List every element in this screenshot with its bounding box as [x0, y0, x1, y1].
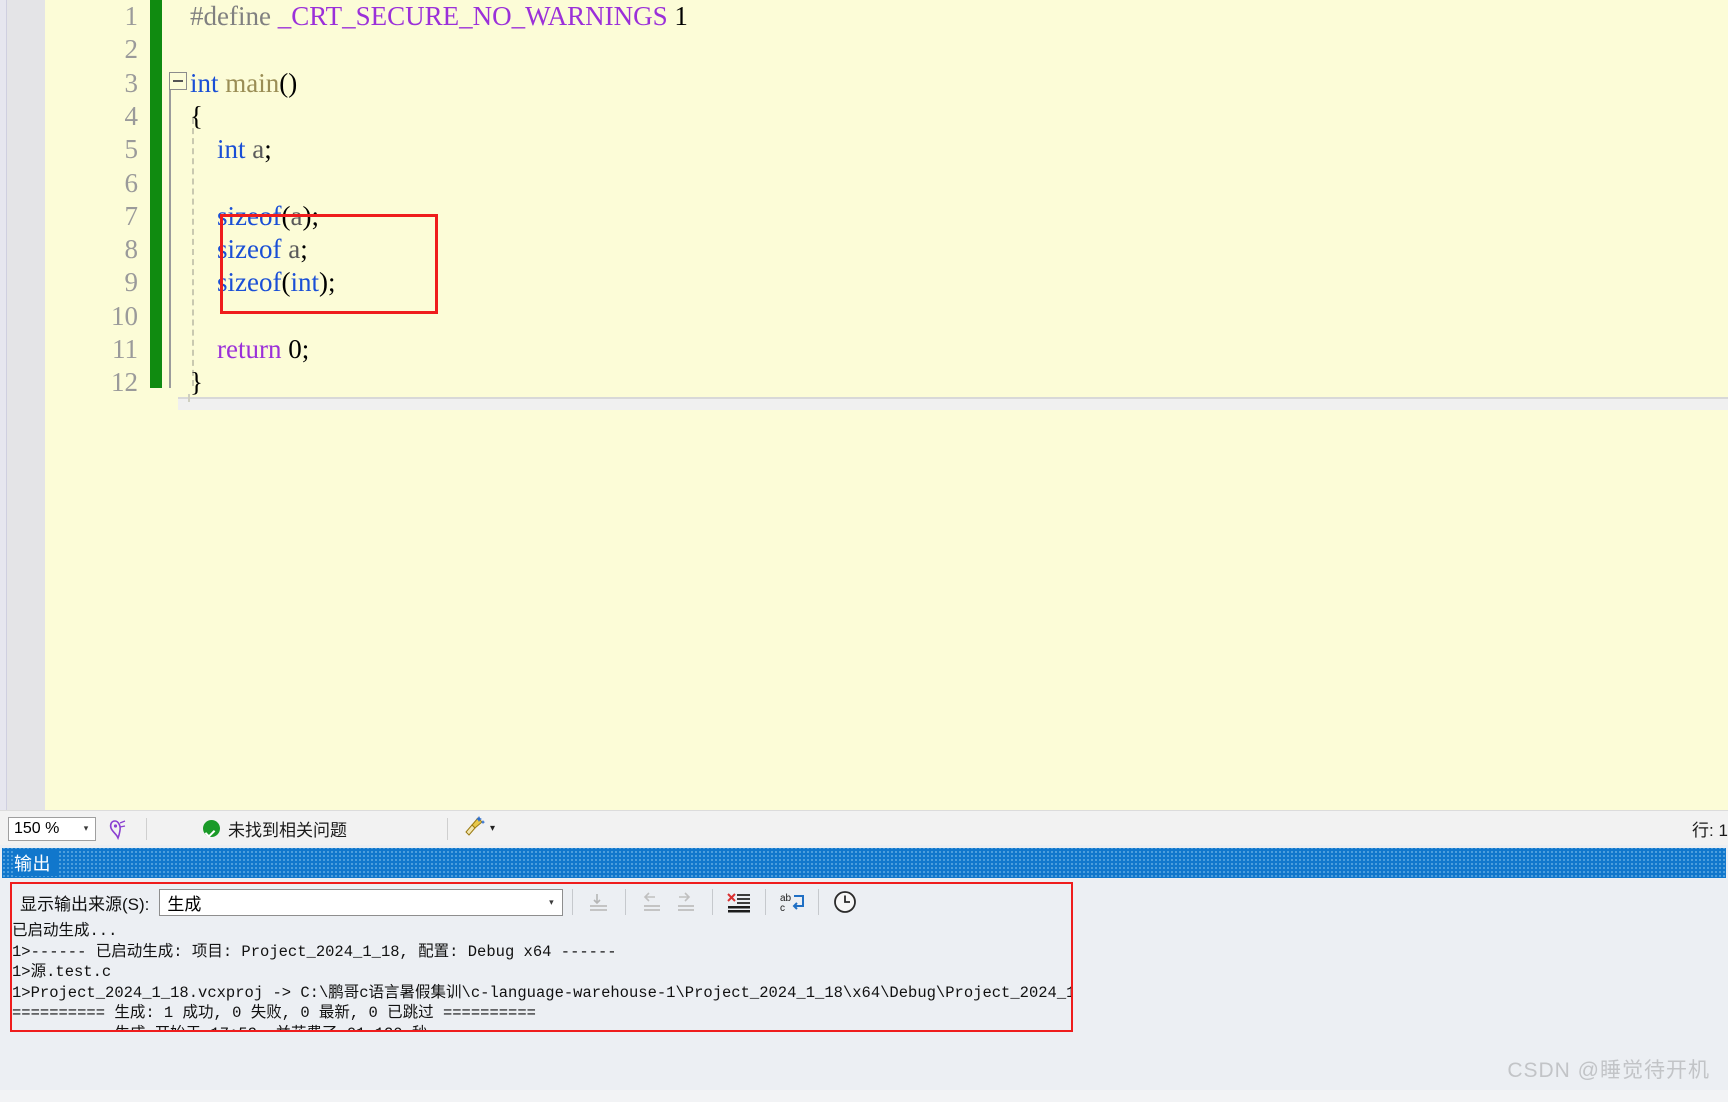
- status-separator-1: [146, 817, 147, 840]
- output-line: 1>源.test.c: [12, 963, 112, 981]
- line-number: 6: [124, 167, 139, 198]
- change-indicator-bar: [150, 0, 162, 388]
- toolbar-separator-2: [625, 889, 627, 915]
- output-line: ========== 生成 开始于 17:52, 并花费了 01.139 秒 =…: [12, 1024, 1071, 1032]
- code-token: {: [190, 100, 203, 131]
- code-line[interactable]: int main(): [190, 67, 298, 98]
- spell-check-icon[interactable]: [106, 817, 132, 841]
- issue-status-group[interactable]: 未找到相关问题: [203, 816, 347, 841]
- code-editor[interactable]: 1 2 3 4 5 6 7 8 9 10 11 12 #define _CRT_SECURE_NO_W…: [0, 0, 1728, 810]
- toggle-word-wrap-icon[interactable]: ab c: [775, 887, 809, 917]
- code-token: }: [190, 367, 203, 398]
- output-pane-bottom-edge: [0, 1090, 1728, 1102]
- clear-all-icon[interactable]: [722, 887, 756, 917]
- next-message-icon[interactable]: [669, 887, 703, 917]
- show-timestamps-icon[interactable]: [828, 887, 862, 917]
- caret-position-indicator: 行: 1: [1692, 821, 1728, 840]
- code-line[interactable]: return 0;: [190, 336, 309, 363]
- output-source-combobox[interactable]: 生成 ▾: [159, 888, 564, 916]
- toolbar-separator-1: [572, 889, 574, 915]
- issue-status-text: 未找到相关问题: [228, 821, 347, 840]
- editor-divider-tick: [188, 394, 190, 402]
- output-pane-title: 输出: [14, 850, 59, 876]
- visual-studio-window: 1 2 3 4 5 6 7 8 9 10 11 12 #define _CRT_SECURE_NO_W…: [0, 0, 1728, 1102]
- line-number: 9: [124, 267, 139, 298]
- line-number: 12: [111, 367, 138, 398]
- zoom-level-combobox[interactable]: 150 % ▾: [8, 816, 96, 841]
- output-line: ========== 生成: 1 成功, 0 失败, 0 最新, 0 已跳过 =…: [12, 1004, 536, 1022]
- output-source-value: 生成: [167, 894, 202, 914]
- code-line[interactable]: int a;: [190, 136, 272, 163]
- code-token: (): [279, 67, 298, 98]
- code-token: _CRT_SECURE_NO_WARNINGS: [277, 1, 668, 31]
- output-pane: 输出 显示输出来源(S): 生成 ▾ ab c 已启动生成... 1>-----…: [0, 845, 1728, 1102]
- toolbar-separator-3: [712, 889, 714, 915]
- editor-status-bar: 150 % ▾ 未找到相关问题 ▾ 行: 1: [0, 810, 1728, 846]
- go-to-message-icon[interactable]: [582, 887, 616, 917]
- status-separator-2: [447, 817, 448, 840]
- output-line: 已启动生成...: [12, 922, 118, 940]
- line-number: 8: [124, 234, 139, 265]
- success-check-icon: [203, 820, 220, 837]
- output-line: 1>------ 已启动生成: 项目: Project_2024_1_18, 配…: [12, 942, 617, 961]
- selection-margin[interactable]: [7, 0, 45, 810]
- code-token: a: [252, 134, 265, 165]
- line-number: 10: [111, 300, 138, 331]
- code-line[interactable]: {: [190, 100, 203, 131]
- line-number: 7: [124, 200, 139, 231]
- previous-message-icon[interactable]: [635, 887, 669, 917]
- line-number: 11: [112, 334, 138, 364]
- output-line: 1>Project_2024_1_18.vcxproj -> C:\鹏哥c语言暑…: [12, 983, 1071, 1002]
- line-number: 2: [124, 34, 139, 65]
- line-number: 1: [124, 1, 139, 31]
- toolbar-separator-4: [765, 889, 767, 915]
- output-text[interactable]: 已启动生成... 1>------ 已启动生成: 项目: Project_2024…: [12, 921, 1071, 1031]
- line-number: 3: [124, 67, 139, 98]
- line-number: 5: [124, 134, 139, 165]
- chevron-down-icon[interactable]: ▾: [77, 823, 95, 834]
- code-token: main: [225, 67, 280, 98]
- titlebar-drag-dots: [2, 848, 1726, 878]
- code-token: ;: [264, 134, 272, 165]
- code-line[interactable]: #define _CRT_SECURE_NO_WARNINGS 1: [190, 3, 688, 30]
- code-token: #define: [190, 1, 278, 31]
- line-number: 4: [124, 100, 139, 131]
- chevron-down-icon[interactable]: ▾: [540, 897, 562, 908]
- code-token: int: [217, 134, 246, 165]
- code-cleanup-broom-icon: [462, 814, 486, 843]
- output-source-label: 显示输出来源(S):: [20, 894, 150, 914]
- code-token: 0;: [281, 334, 310, 364]
- code-line[interactable]: }: [190, 369, 203, 396]
- code-cleanup-button[interactable]: ▾: [462, 814, 495, 843]
- chevron-down-icon[interactable]: ▾: [490, 823, 495, 834]
- output-pane-titlebar[interactable]: 输出: [2, 848, 1726, 878]
- svg-text:c: c: [780, 903, 785, 914]
- watermark: CSDN @睡觉待开机: [1507, 1059, 1710, 1082]
- output-toolbar[interactable]: 显示输出来源(S): 生成 ▾ ab c: [12, 884, 1071, 920]
- code-token: 1: [667, 1, 688, 31]
- zoom-level-value: 150 %: [14, 819, 60, 837]
- line-number-gutter: 1 2 3 4 5 6 7 8 9 10 11 12: [45, 0, 150, 810]
- code-token: return: [217, 334, 282, 364]
- code-token: int: [190, 67, 219, 98]
- toolbar-separator-5: [818, 889, 820, 915]
- editor-horizontal-scrollbar[interactable]: [178, 399, 1728, 410]
- annotation-highlight-box-code: [220, 214, 438, 314]
